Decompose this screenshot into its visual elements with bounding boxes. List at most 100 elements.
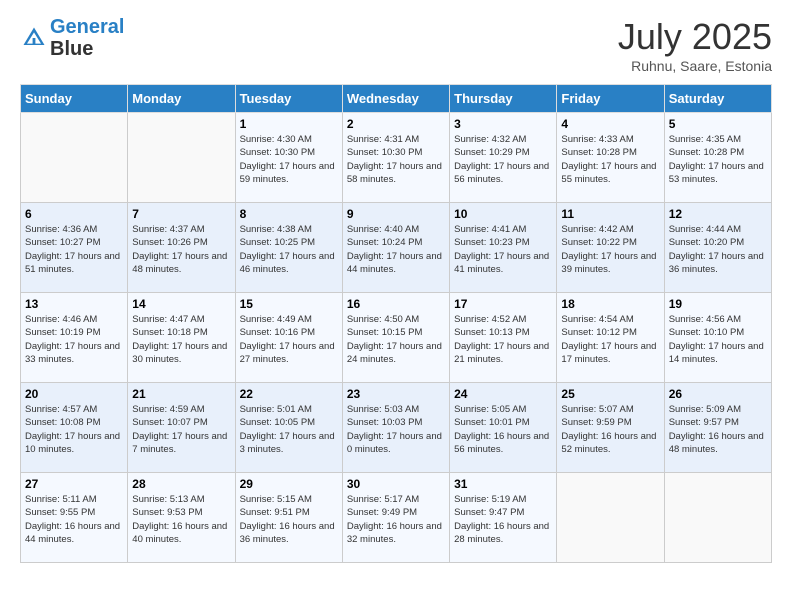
day-detail: Sunrise: 4:49 AMSunset: 10:16 PMDaylight… (240, 313, 338, 366)
day-cell: 29Sunrise: 5:15 AMSunset: 9:51 PMDayligh… (235, 473, 342, 563)
month-title: July 2025 (618, 16, 772, 58)
day-cell: 25Sunrise: 5:07 AMSunset: 9:59 PMDayligh… (557, 383, 664, 473)
day-cell: 10 Sunrise: 4:41 AMSunset: 10:23 PMDaylig… (450, 203, 557, 293)
day-detail: Sunrise: 5:01 AMSunset: 10:05 PMDaylight… (240, 403, 338, 456)
day-detail: Sunrise: 5:13 AMSunset: 9:53 PMDaylight:… (132, 493, 230, 546)
day-number: 17 (454, 297, 552, 311)
day-cell (557, 473, 664, 563)
day-number: 2 (347, 117, 445, 131)
day-detail: Sunrise: 4:57 AMSunset: 10:08 PMDaylight… (25, 403, 123, 456)
weekday-header-friday: Friday (557, 85, 664, 113)
weekday-header-thursday: Thursday (450, 85, 557, 113)
day-number: 26 (669, 387, 767, 401)
weekday-header-saturday: Saturday (664, 85, 771, 113)
day-detail: Sunrise: 4:54 AMSunset: 10:12 PMDaylight… (561, 313, 659, 366)
logo-line2: Blue (50, 38, 124, 60)
week-row-2: 6Sunrise: 4:36 AMSunset: 10:27 PMDayligh… (21, 203, 772, 293)
weekday-row: SundayMondayTuesdayWednesdayThursdayFrid… (21, 85, 772, 113)
day-number: 5 (669, 117, 767, 131)
day-cell: 1 Sunrise: 4:30 AMSunset: 10:30 PMDayligh… (235, 113, 342, 203)
day-cell: 15 Sunrise: 4:49 AMSunset: 10:16 PMDaylig… (235, 293, 342, 383)
day-cell: 9Sunrise: 4:40 AMSunset: 10:24 PMDayligh… (342, 203, 449, 293)
day-cell: 21Sunrise: 4:59 AMSunset: 10:07 PMDaylig… (128, 383, 235, 473)
day-detail: Sunrise: 4:44 AMSunset: 10:20 PMDaylight… (669, 223, 767, 276)
day-number: 14 (132, 297, 230, 311)
day-detail: Sunrise: 4:38 AMSunset: 10:25 PMDaylight… (240, 223, 338, 276)
day-cell: 6Sunrise: 4:36 AMSunset: 10:27 PMDayligh… (21, 203, 128, 293)
day-cell: 22 Sunrise: 5:01 AMSunset: 10:05 PMDaylig… (235, 383, 342, 473)
logo-icon (20, 24, 48, 52)
day-number: 1 (240, 117, 338, 131)
day-cell: 3 Sunrise: 4:32 AMSunset: 10:29 PMDayligh… (450, 113, 557, 203)
day-detail: Sunrise: 4:41 AMSunset: 10:23 PMDaylight… (454, 223, 552, 276)
day-cell: 23Sunrise: 5:03 AMSunset: 10:03 PMDaylig… (342, 383, 449, 473)
day-detail: Sunrise: 5:05 AMSunset: 10:01 PMDaylight… (454, 403, 552, 456)
day-detail: Sunrise: 4:33 AMSunset: 10:28 PMDaylight… (561, 133, 659, 186)
day-number: 4 (561, 117, 659, 131)
calendar-body: 1 Sunrise: 4:30 AMSunset: 10:30 PMDayligh… (21, 113, 772, 563)
day-cell: 26 Sunrise: 5:09 AMSunset: 9:57 PMDayligh… (664, 383, 771, 473)
day-detail: Sunrise: 4:56 AMSunset: 10:10 PMDaylight… (669, 313, 767, 366)
day-cell: 2Sunrise: 4:31 AMSunset: 10:30 PMDayligh… (342, 113, 449, 203)
day-cell: 24Sunrise: 5:05 AMSunset: 10:01 PMDaylig… (450, 383, 557, 473)
day-number: 20 (25, 387, 123, 401)
day-detail: Sunrise: 4:37 AMSunset: 10:26 PMDaylight… (132, 223, 230, 276)
day-number: 25 (561, 387, 659, 401)
header: General Blue July 2025 Ruhnu, Saare, Est… (20, 16, 772, 74)
day-detail: Sunrise: 4:50 AMSunset: 10:15 PMDaylight… (347, 313, 445, 366)
weekday-header-monday: Monday (128, 85, 235, 113)
day-cell: 5 Sunrise: 4:35 AMSunset: 10:28 PMDayligh… (664, 113, 771, 203)
day-number: 22 (240, 387, 338, 401)
day-number: 8 (240, 207, 338, 221)
logo-line1: General (50, 16, 124, 38)
day-number: 27 (25, 477, 123, 491)
week-row-1: 1 Sunrise: 4:30 AMSunset: 10:30 PMDayligh… (21, 113, 772, 203)
day-number: 11 (561, 207, 659, 221)
title-block: July 2025 Ruhnu, Saare, Estonia (618, 16, 772, 74)
day-number: 30 (347, 477, 445, 491)
day-cell (21, 113, 128, 203)
day-detail: Sunrise: 5:09 AMSunset: 9:57 PMDaylight:… (669, 403, 767, 456)
day-cell: 19 Sunrise: 4:56 AMSunset: 10:10 PMDaylig… (664, 293, 771, 383)
day-cell: 28 Sunrise: 5:13 AMSunset: 9:53 PMDayligh… (128, 473, 235, 563)
day-cell: 4 Sunrise: 4:33 AMSunset: 10:28 PMDayligh… (557, 113, 664, 203)
day-cell: 13 Sunrise: 4:46 AMSunset: 10:19 PMDaylig… (21, 293, 128, 383)
day-cell: 11 Sunrise: 4:42 AMSunset: 10:22 PMDaylig… (557, 203, 664, 293)
day-number: 28 (132, 477, 230, 491)
week-row-4: 20 Sunrise: 4:57 AMSunset: 10:08 PMDaylig… (21, 383, 772, 473)
day-number: 31 (454, 477, 552, 491)
day-cell: 8 Sunrise: 4:38 AMSunset: 10:25 PMDayligh… (235, 203, 342, 293)
day-number: 21 (132, 387, 230, 401)
day-number: 18 (561, 297, 659, 311)
day-cell: 12Sunrise: 4:44 AMSunset: 10:20 PMDaylig… (664, 203, 771, 293)
day-number: 23 (347, 387, 445, 401)
day-cell: 20 Sunrise: 4:57 AMSunset: 10:08 PMDaylig… (21, 383, 128, 473)
day-detail: Sunrise: 4:32 AMSunset: 10:29 PMDaylight… (454, 133, 552, 186)
week-row-3: 13 Sunrise: 4:46 AMSunset: 10:19 PMDaylig… (21, 293, 772, 383)
weekday-header-tuesday: Tuesday (235, 85, 342, 113)
page: General Blue July 2025 Ruhnu, Saare, Est… (0, 0, 792, 583)
day-number: 6 (25, 207, 123, 221)
day-detail: Sunrise: 5:19 AMSunset: 9:47 PMDaylight:… (454, 493, 552, 546)
day-cell (128, 113, 235, 203)
day-detail: Sunrise: 4:35 AMSunset: 10:28 PMDaylight… (669, 133, 767, 186)
day-number: 13 (25, 297, 123, 311)
day-detail: Sunrise: 4:42 AMSunset: 10:22 PMDaylight… (561, 223, 659, 276)
day-detail: Sunrise: 5:11 AMSunset: 9:55 PMDaylight:… (25, 493, 123, 546)
day-cell: 16 Sunrise: 4:50 AMSunset: 10:15 PMDaylig… (342, 293, 449, 383)
location-subtitle: Ruhnu, Saare, Estonia (618, 58, 772, 74)
day-detail: Sunrise: 5:15 AMSunset: 9:51 PMDaylight:… (240, 493, 338, 546)
day-cell: 14Sunrise: 4:47 AMSunset: 10:18 PMDaylig… (128, 293, 235, 383)
day-number: 16 (347, 297, 445, 311)
day-detail: Sunrise: 4:30 AMSunset: 10:30 PMDaylight… (240, 133, 338, 186)
day-number: 15 (240, 297, 338, 311)
weekday-header-wednesday: Wednesday (342, 85, 449, 113)
day-number: 10 (454, 207, 552, 221)
day-cell: 18 Sunrise: 4:54 AMSunset: 10:12 PMDaylig… (557, 293, 664, 383)
day-detail: Sunrise: 4:40 AMSunset: 10:24 PMDaylight… (347, 223, 445, 276)
day-number: 3 (454, 117, 552, 131)
day-detail: Sunrise: 4:52 AMSunset: 10:13 PMDaylight… (454, 313, 552, 366)
day-cell (664, 473, 771, 563)
day-number: 19 (669, 297, 767, 311)
day-detail: Sunrise: 4:46 AMSunset: 10:19 PMDaylight… (25, 313, 123, 366)
